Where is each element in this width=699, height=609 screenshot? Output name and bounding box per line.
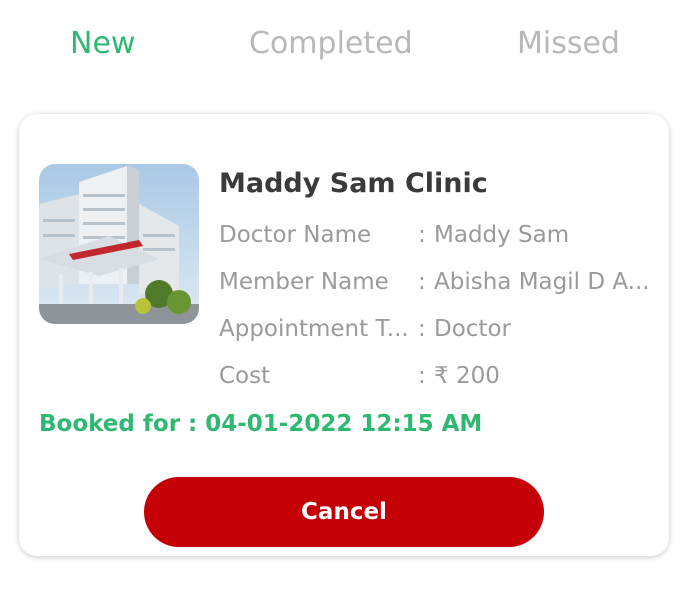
cost-label: Cost: [219, 363, 271, 389]
tab-completed[interactable]: Completed: [249, 18, 413, 74]
cost-row: Cost : ₹ 200: [219, 363, 659, 397]
appointment-tabs: New Completed Missed: [0, 18, 699, 74]
member-name-label: Member Name: [219, 269, 389, 295]
clinic-image: [39, 164, 199, 324]
cost-value: ₹ 200: [434, 363, 500, 389]
appointment-type-separator: :: [418, 316, 426, 342]
appointment-type-value: Doctor: [434, 316, 511, 342]
doctor-name-row: Doctor Name : Maddy Sam: [219, 222, 659, 256]
clinic-name: Maddy Sam Clinic: [219, 168, 488, 199]
doctor-name-separator: :: [418, 222, 426, 248]
member-name-row: Member Name : Abisha Magil D A...: [219, 269, 659, 303]
member-name-separator: :: [418, 269, 426, 295]
appointment-card: Maddy Sam Clinic Doctor Name : Maddy Sam…: [19, 114, 669, 556]
member-name-value: Abisha Magil D A...: [434, 269, 650, 295]
doctor-name-label: Doctor Name: [219, 222, 372, 248]
cancel-button[interactable]: Cancel: [144, 477, 544, 547]
appointments-screen: New Completed Missed Maddy Sam Clinic Do…: [0, 0, 699, 609]
tab-missed[interactable]: Missed: [517, 18, 620, 74]
tab-new[interactable]: New: [70, 18, 135, 74]
appointment-type-row: Appointment T... : Doctor: [219, 316, 659, 350]
doctor-name-value: Maddy Sam: [434, 222, 570, 248]
cost-separator: :: [418, 363, 426, 389]
appointment-type-label: Appointment T...: [219, 316, 409, 342]
hospital-photo-icon: [39, 164, 199, 324]
booked-for-datetime: Booked for : 04-01-2022 12:15 AM: [39, 411, 483, 437]
